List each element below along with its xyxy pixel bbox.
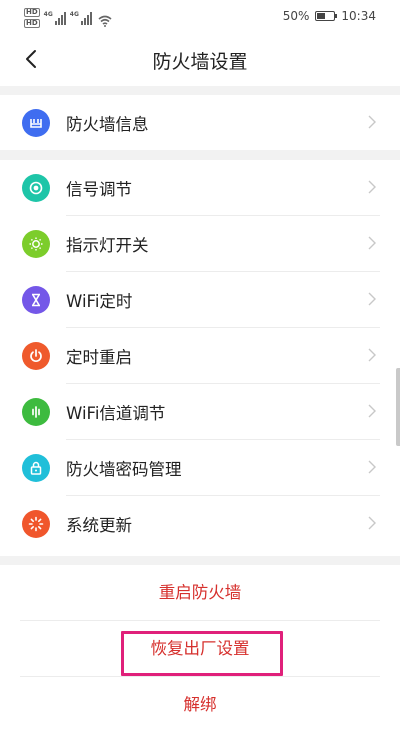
chevron-right-icon — [368, 348, 376, 362]
chevron-right-icon — [368, 460, 376, 474]
edge-swipe-handle[interactable] — [396, 368, 400, 446]
menu-item-indicator-light[interactable]: 指示灯开关 — [0, 216, 400, 272]
highlight-box — [121, 631, 283, 676]
status-bar: HD HD 4G 4G 50% 10:34 — [0, 0, 400, 34]
signal-icon: 4G — [44, 11, 66, 25]
network-type: 4G — [69, 11, 79, 18]
page-title: 防火墙设置 — [152, 51, 248, 73]
unbind-button[interactable]: 解绑 — [0, 677, 400, 729]
scheduled-restart-icon — [22, 342, 50, 370]
restart-firewall-button[interactable]: 重启防火墙 — [0, 565, 400, 621]
menu-item-label: 防火墙信息 — [66, 115, 149, 134]
menu-item-system-update[interactable]: 系统更新 — [0, 496, 400, 552]
menu-item-label: 指示灯开关 — [66, 236, 149, 255]
signal-icon: 4G — [70, 11, 92, 25]
battery-icon — [315, 11, 338, 21]
network-type: 4G — [43, 11, 53, 18]
password-lock-icon — [22, 454, 50, 482]
chevron-right-icon — [368, 115, 376, 129]
unbind-label: 解绑 — [183, 695, 217, 714]
restart-firewall-label: 重启防火墙 — [158, 583, 242, 602]
hd-badge: HD — [24, 8, 40, 17]
menu-item-wifi-timer[interactable]: WiFi定时 — [0, 272, 400, 328]
battery-percent: 50% — [282, 9, 310, 23]
menu-item-label: 系统更新 — [66, 516, 132, 535]
status-right: 50% 10:34 — [283, 9, 376, 23]
info-group: 防火墙信息 — [0, 95, 400, 150]
menu-item-signal-adjust[interactable]: 信号调节 — [0, 160, 400, 216]
menu-item-label: WiFi信道调节 — [66, 404, 166, 423]
indicator-light-icon — [22, 230, 50, 258]
chevron-right-icon — [368, 236, 376, 250]
menu-item-wifi-channel[interactable]: WiFi信道调节 — [0, 384, 400, 440]
wifi-timer-icon — [22, 286, 50, 314]
menu-item-label: 定时重启 — [66, 348, 132, 367]
menu-item-label: 防火墙密码管理 — [66, 460, 182, 479]
chevron-right-icon — [368, 404, 376, 418]
wifi-channel-icon — [22, 398, 50, 426]
hd-badge: HD — [24, 19, 40, 28]
chevron-right-icon — [368, 180, 376, 194]
system-update-icon — [22, 510, 50, 538]
menu-item-password-manage[interactable]: 防火墙密码管理 — [0, 440, 400, 496]
status-left: HD HD 4G 4G — [24, 8, 112, 28]
menu-item-label: WiFi定时 — [66, 292, 133, 311]
signal-adjust-icon — [22, 174, 50, 202]
menu-item-scheduled-restart[interactable]: 定时重启 — [0, 328, 400, 384]
menu-item-label: 信号调节 — [66, 180, 132, 199]
title-bar: 防火墙设置 — [0, 34, 400, 86]
wifi-icon — [98, 12, 112, 27]
chevron-right-icon — [368, 292, 376, 306]
settings-group: 信号调节 指示灯开关 WiFi定时 定时重启 WiFi信道调节 防火墙密码管理 … — [0, 160, 400, 556]
chevron-right-icon — [368, 516, 376, 530]
hd-badges: HD HD — [24, 8, 40, 28]
menu-item-firewall-info[interactable]: 防火墙信息 — [0, 95, 400, 151]
clock: 10:34 — [341, 9, 376, 23]
firewall-info-icon — [22, 109, 50, 137]
